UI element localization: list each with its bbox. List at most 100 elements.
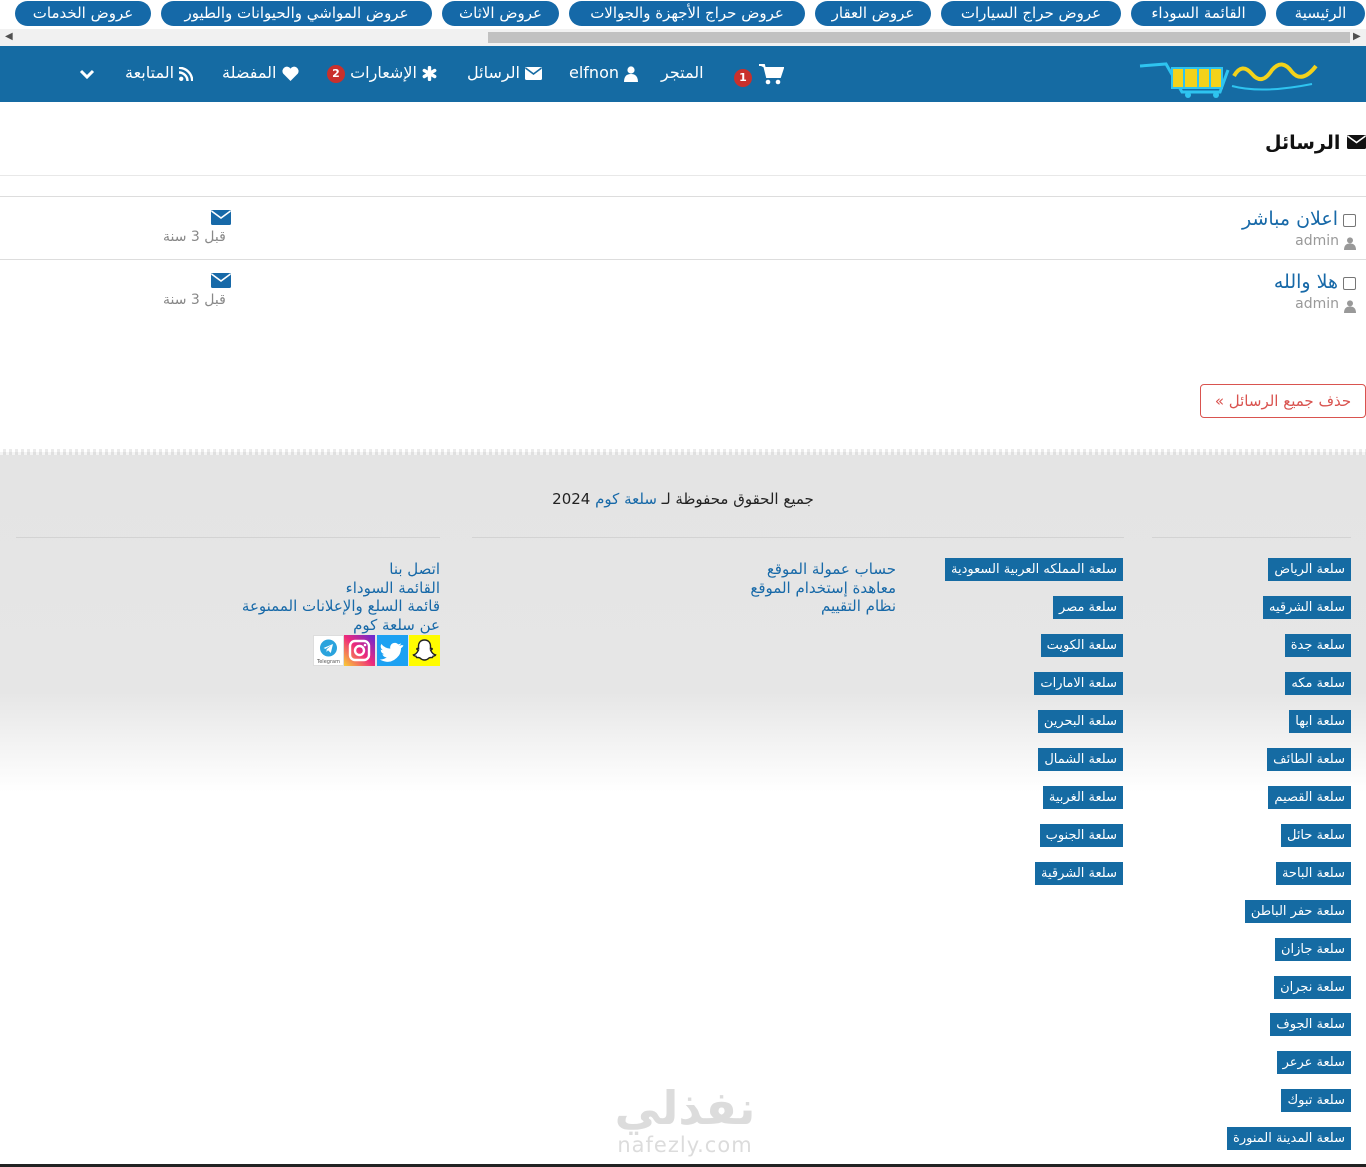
category-cars[interactable]: عروض حراج السيارات bbox=[941, 1, 1121, 26]
city-link[interactable]: سلعة تبوك bbox=[1281, 1089, 1351, 1112]
footer bbox=[0, 452, 1366, 1167]
city-link[interactable]: سلعة الباحة bbox=[1275, 862, 1351, 885]
region-link[interactable]: سلعة الشرقية bbox=[1034, 862, 1123, 885]
city-link[interactable]: سلعة الشرقيه bbox=[1262, 596, 1351, 619]
footer-link-prohibited[interactable]: قائمة السلع والإعلانات الممنوعة bbox=[242, 597, 440, 615]
delete-all-messages-button[interactable]: حذف جميع الرسائل » bbox=[1200, 384, 1366, 418]
region-link[interactable]: سلعة الامارات bbox=[1034, 672, 1123, 695]
scroll-right-arrow-icon[interactable]: ▶ bbox=[1353, 31, 1361, 42]
region-link[interactable]: سلعة الكويت bbox=[1040, 634, 1123, 657]
site-logo[interactable] bbox=[1136, 52, 1318, 98]
chevron-down-icon bbox=[79, 69, 95, 79]
region-link[interactable]: سلعة الشمال bbox=[1038, 748, 1123, 771]
region-link[interactable]: سلعة الغربية bbox=[1042, 786, 1123, 809]
instagram-icon[interactable] bbox=[344, 635, 375, 666]
category-livestock[interactable]: عروض المواشي والحيوانات والطيور bbox=[161, 1, 432, 26]
footer-link-blacklist[interactable]: القائمة السوداء bbox=[346, 579, 440, 597]
message-author: admin bbox=[1295, 233, 1339, 249]
category-services[interactable]: عروض الخدمات bbox=[15, 1, 151, 26]
city-link[interactable]: سلعة الرياض bbox=[1268, 558, 1351, 581]
user-icon bbox=[1344, 298, 1356, 317]
messages-link[interactable]: الرسائل bbox=[467, 46, 543, 102]
category-blacklist[interactable]: القائمة السوداء bbox=[1131, 1, 1266, 26]
copyright: جميع الحقوق محفوظة لـ سلعة كوم 2024 bbox=[0, 490, 1366, 508]
city-link[interactable]: سلعة المدينة المنورة bbox=[1227, 1127, 1351, 1150]
envelope-icon bbox=[211, 273, 231, 292]
category-real-estate[interactable]: عروض العقار bbox=[815, 1, 931, 26]
category-bar: الرئيسية القائمة السوداء عروض حراج السيا… bbox=[0, 0, 1366, 28]
username-label: elfnon bbox=[569, 63, 619, 82]
user-icon bbox=[624, 65, 639, 82]
category-devices[interactable]: عروض حراج الأجهزة والجوالات bbox=[569, 1, 805, 26]
following-link[interactable]: المتابعة bbox=[125, 46, 194, 102]
watermark-latin: nafezly.com bbox=[617, 1133, 753, 1157]
envelope-icon bbox=[1347, 135, 1366, 149]
following-label: المتابعة bbox=[125, 63, 175, 82]
city-link[interactable]: سلعة القصيم bbox=[1268, 786, 1351, 809]
shopping-cart-icon bbox=[759, 63, 785, 84]
twitter-icon[interactable] bbox=[377, 635, 408, 666]
snapchat-icon[interactable] bbox=[409, 635, 440, 666]
message-row[interactable]: اعلان مباشر admin قبل 3 سنة bbox=[0, 196, 1366, 259]
city-link[interactable]: سلعة الطائف bbox=[1267, 748, 1351, 771]
scroll-left-arrow-icon[interactable]: ◀ bbox=[5, 31, 13, 42]
footer-separator bbox=[16, 537, 440, 538]
notifications-label: الإشعارات bbox=[350, 63, 417, 82]
cart-link[interactable]: 1 bbox=[734, 46, 785, 102]
message-checkbox[interactable] bbox=[1343, 277, 1356, 290]
user-icon bbox=[1344, 235, 1356, 254]
favorites-label: المفضلة bbox=[222, 63, 277, 82]
footer-link-about[interactable]: عن سلعة كوم bbox=[353, 616, 440, 634]
more-dropdown[interactable] bbox=[79, 46, 95, 102]
cart-badge: 1 bbox=[734, 69, 752, 87]
copyright-brand-link[interactable]: سلعة كوم bbox=[595, 490, 657, 508]
city-link[interactable]: سلعة عرعر bbox=[1276, 1051, 1351, 1074]
page-title: الرسائل bbox=[1265, 132, 1366, 154]
asterisk-icon bbox=[422, 65, 437, 82]
favorites-link[interactable]: المفضلة bbox=[222, 46, 299, 102]
city-link[interactable]: سلعة حفر الباطن bbox=[1244, 900, 1351, 923]
city-link[interactable]: سلعة جازان bbox=[1274, 938, 1351, 961]
telegram-icon[interactable]: Telegram bbox=[313, 635, 344, 666]
message-time: قبل 3 سنة bbox=[163, 292, 226, 308]
city-link[interactable]: سلعة حائل bbox=[1280, 824, 1351, 847]
city-link[interactable]: سلعة ابها bbox=[1289, 710, 1351, 733]
message-subject[interactable]: هلا والله bbox=[1274, 271, 1338, 293]
divider bbox=[0, 175, 1366, 176]
city-link[interactable]: سلعة نجران bbox=[1274, 976, 1351, 999]
store-link[interactable]: المتجر bbox=[661, 46, 704, 102]
region-link[interactable]: سلعة مصر bbox=[1053, 596, 1123, 619]
footer-link-contact[interactable]: اتصل بنا bbox=[389, 560, 440, 578]
footer-link-terms[interactable]: معاهدة إستخدام الموقع bbox=[750, 579, 896, 597]
notifications-link[interactable]: الإشعارات 2 bbox=[327, 46, 437, 102]
city-link[interactable]: سلعة مكه bbox=[1285, 672, 1351, 695]
message-subject[interactable]: اعلان مباشر bbox=[1242, 208, 1338, 230]
user-menu[interactable]: elfnon bbox=[569, 46, 639, 102]
scrollbar-thumb[interactable] bbox=[488, 32, 1350, 43]
footer-edge bbox=[0, 449, 1366, 455]
city-link[interactable]: سلعة جدة bbox=[1284, 634, 1351, 657]
message-checkbox[interactable] bbox=[1343, 214, 1356, 227]
envelope-icon bbox=[525, 67, 543, 80]
telegram-caption: Telegram bbox=[317, 659, 340, 665]
main-navbar: 1 المتجر elfnon الرسائل الإشعارات 2 المف… bbox=[0, 46, 1366, 102]
category-home[interactable]: الرئيسية bbox=[1276, 1, 1365, 26]
region-link[interactable]: سلعة الجنوب bbox=[1039, 824, 1123, 847]
page-title-text: الرسائل bbox=[1264, 132, 1341, 154]
store-label: المتجر bbox=[661, 63, 704, 82]
region-link[interactable]: سلعة المملكه العربية السعودية bbox=[945, 558, 1123, 581]
category-furniture[interactable]: عروض الاثاث bbox=[442, 1, 559, 26]
message-author: admin bbox=[1295, 296, 1339, 312]
heart-icon bbox=[281, 66, 299, 81]
notifications-badge: 2 bbox=[327, 64, 345, 83]
rss-icon bbox=[178, 66, 194, 81]
city-link[interactable]: سلعة الجوف bbox=[1270, 1013, 1351, 1036]
messages-label: الرسائل bbox=[467, 63, 520, 82]
footer-separator bbox=[472, 537, 1124, 538]
envelope-icon bbox=[211, 210, 231, 229]
footer-link-commission[interactable]: حساب عمولة الموقع bbox=[767, 560, 896, 578]
region-link[interactable]: سلعة البحرين bbox=[1037, 710, 1123, 733]
horizontal-scrollbar[interactable]: ◀ ▶ bbox=[0, 29, 1366, 46]
footer-link-rating[interactable]: نظام التقييم bbox=[821, 597, 896, 615]
message-row[interactable]: هلا والله admin قبل 3 سنة bbox=[0, 259, 1366, 322]
